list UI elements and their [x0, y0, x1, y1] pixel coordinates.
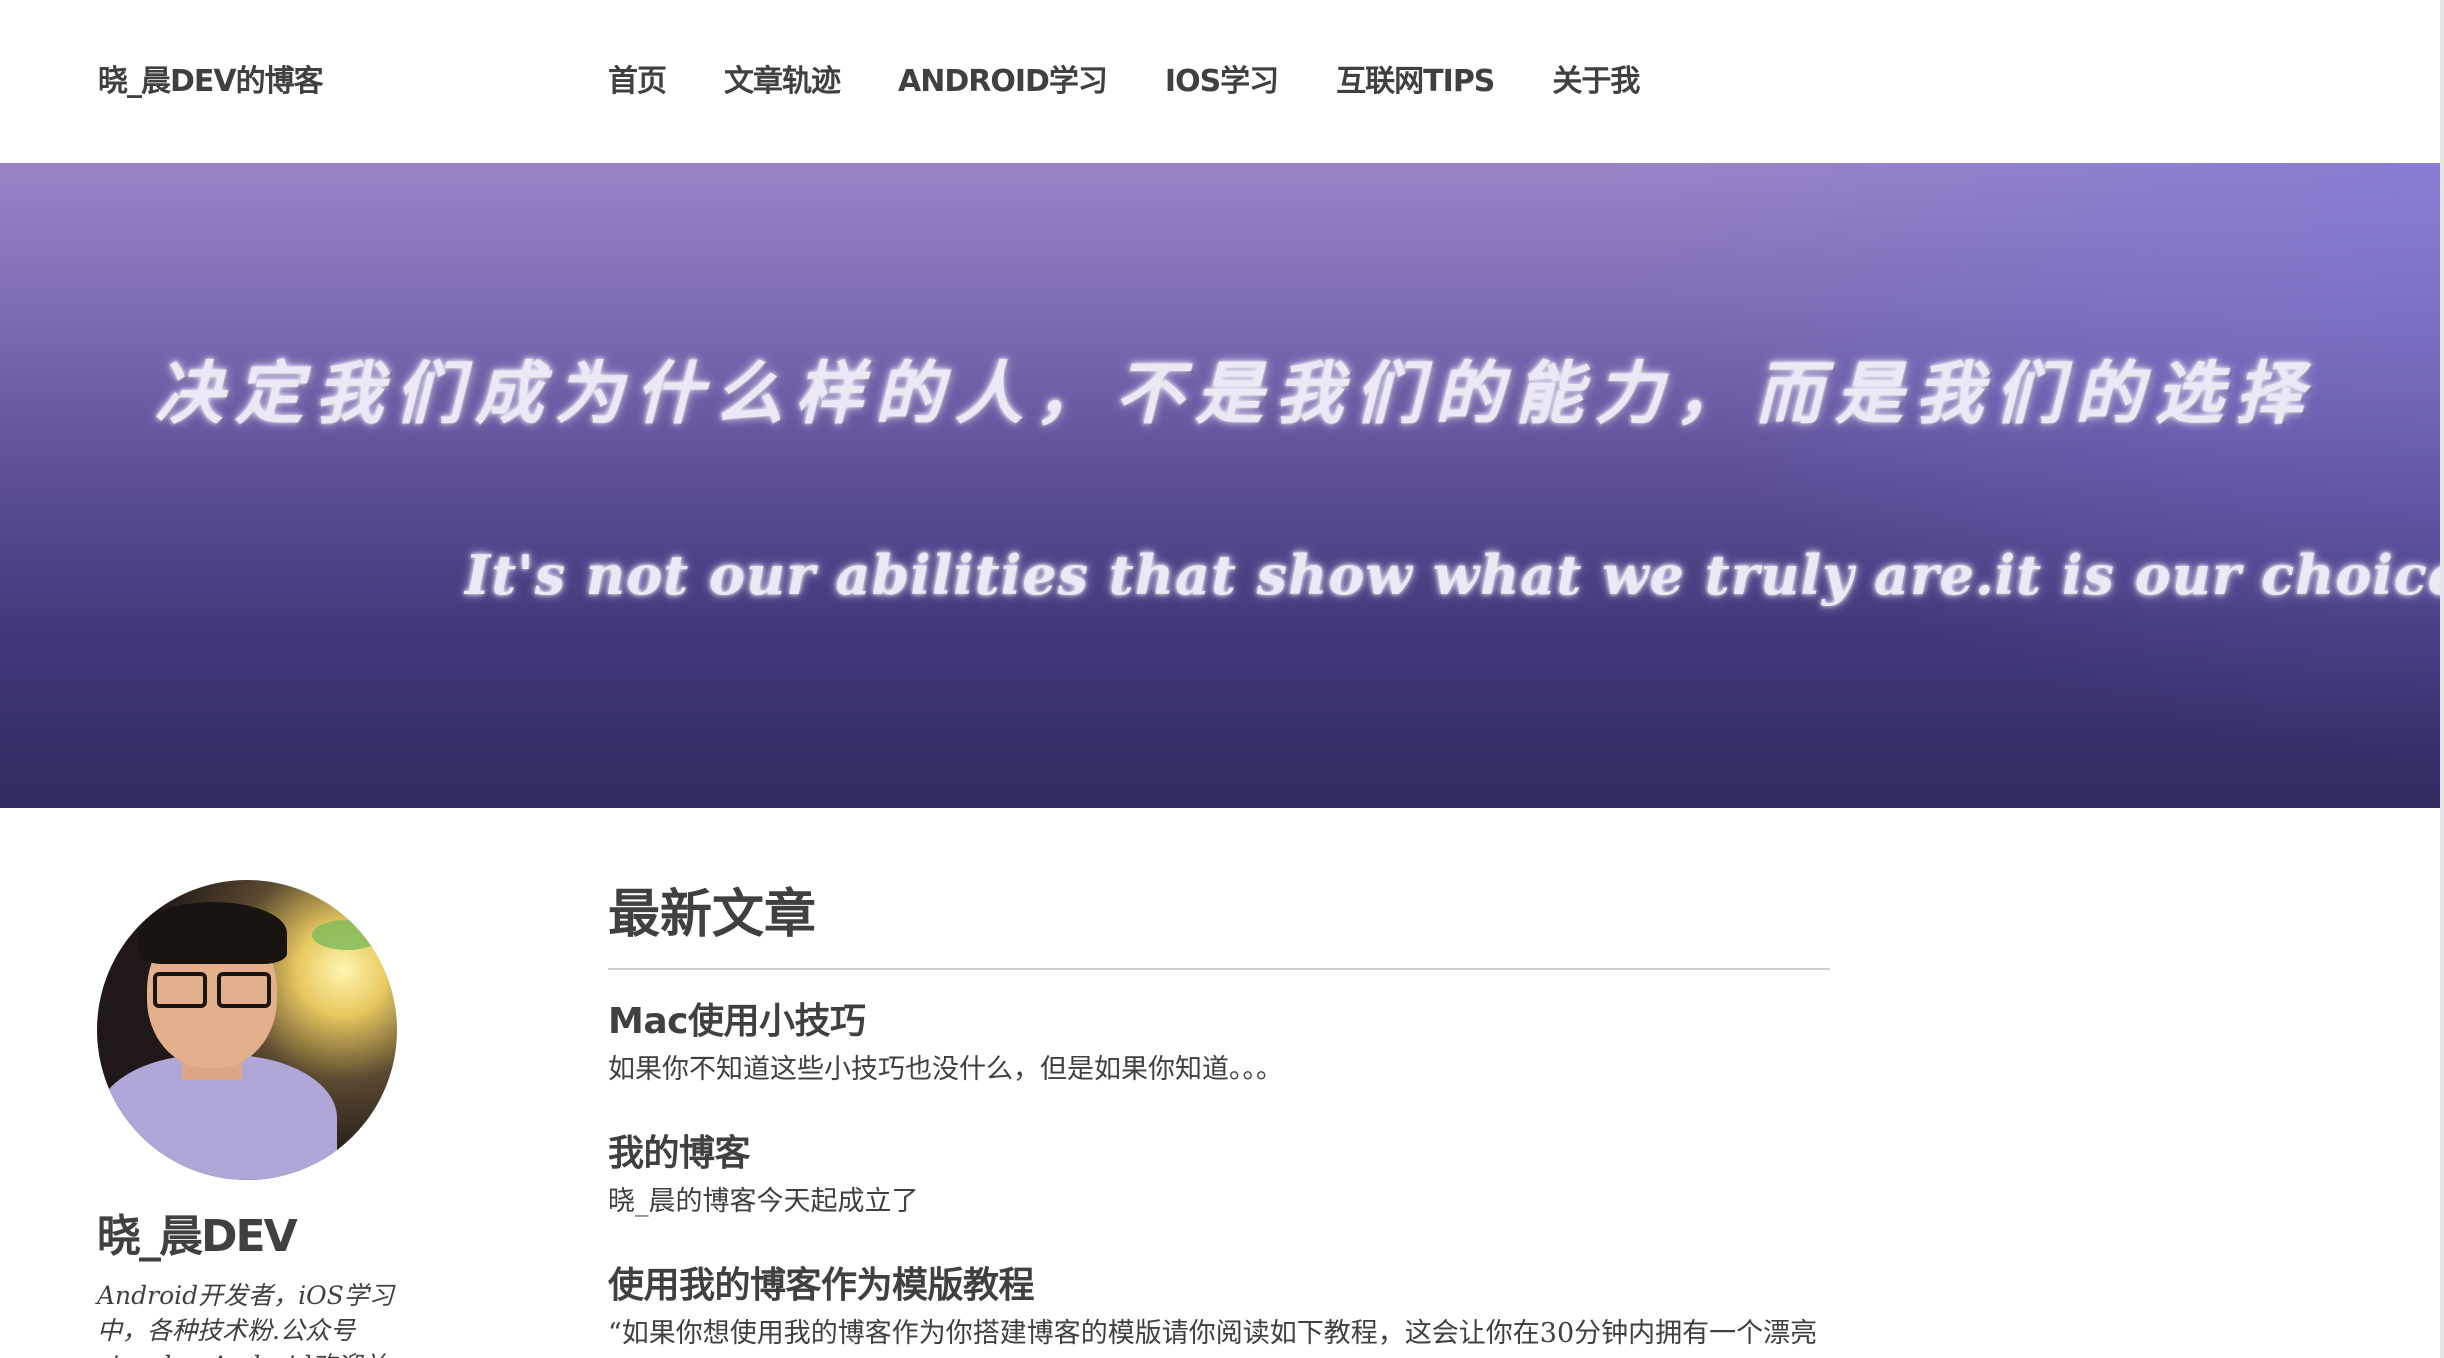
section-title: 最新文章	[608, 885, 817, 945]
author-name: 晓_晨DEV	[97, 1211, 298, 1262]
author-avatar	[97, 880, 397, 1180]
hero-banner: 决定我们成为什么样的人，不是我们的能力，而是我们的选择 It's not our…	[0, 163, 2440, 808]
main-nav: 首页 文章轨迹 ANDROID学习 IOS学习 互联网TIPS 关于我	[608, 56, 1697, 100]
nav-item-internet-tips[interactable]: 互联网TIPS	[1336, 56, 1495, 100]
post-title-link[interactable]: 使用我的博客作为模版教程	[608, 1256, 1830, 1308]
site-header: 晓_晨DEV的博客 首页 文章轨迹 ANDROID学习 IOS学习 互联网TIP…	[0, 0, 2440, 163]
post-title-link[interactable]: 我的博客	[608, 1124, 1830, 1176]
banner-glow	[1540, 163, 2440, 808]
post-excerpt: 如果你不知道这些小技巧也没什么，但是如果你知道。。。	[608, 1054, 1283, 1085]
avatar-glasses-left	[153, 972, 207, 1008]
page-scrollbar[interactable]	[2440, 0, 2444, 1358]
post-item: 我的博客 晓_晨的博客今天起成立了	[608, 1124, 1830, 1222]
post-title-link[interactable]: Mac使用小技巧	[608, 992, 1830, 1044]
nav-item-ios[interactable]: IOS学习	[1165, 56, 1279, 100]
banner-quote-english: It's not our abilities that show what we…	[465, 543, 2440, 607]
post-item: Mac使用小技巧 如果你不知道这些小技巧也没什么，但是如果你知道。。。	[608, 992, 1830, 1090]
nav-item-android[interactable]: ANDROID学习	[898, 56, 1108, 100]
post-item: 使用我的博客作为模版教程 “如果你想使用我的博客作为你搭建博客的模版请你阅读如下…	[608, 1256, 1830, 1358]
avatar-plant	[312, 920, 382, 950]
nav-item-archive[interactable]: 文章轨迹	[724, 56, 841, 100]
nav-item-home[interactable]: 首页	[608, 56, 667, 100]
avatar-glasses-right	[217, 972, 271, 1008]
post-excerpt: “如果你想使用我的博客作为你搭建博客的模版请你阅读如下教程，这会让你在30分钟内…	[608, 1318, 1818, 1349]
banner-quote-chinese: 决定我们成为什么样的人，不是我们的能力，而是我们的选择	[155, 354, 2316, 434]
post-excerpt: 晓_晨的博客今天起成立了	[608, 1186, 919, 1217]
section-divider	[608, 968, 1830, 970]
site-brand-link[interactable]: 晓_晨DEV的博客	[98, 56, 324, 100]
author-bio: Android开发者，iOS学习中，各种技术粉.公众号xiaochenAndro…	[97, 1281, 394, 1358]
avatar-hair	[139, 902, 287, 964]
nav-item-about[interactable]: 关于我	[1552, 56, 1640, 100]
